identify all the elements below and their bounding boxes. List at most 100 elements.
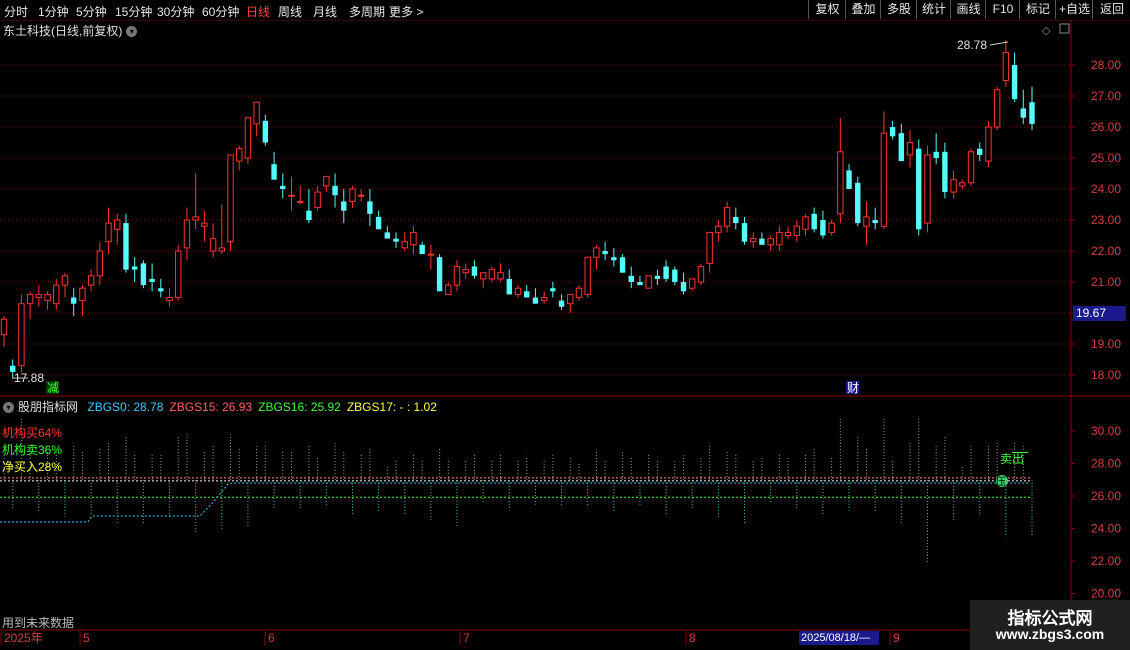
candle-body — [1011, 65, 1018, 100]
high-pointer — [989, 41, 1009, 46]
cursor-date-box: 2025/08/18/— — [799, 631, 879, 645]
indicator-tick-label: 24.00 — [1091, 522, 1121, 536]
candle-body — [950, 179, 957, 193]
candle-body — [96, 250, 104, 277]
candle-body — [1002, 52, 1010, 81]
candle-body — [288, 194, 295, 197]
candle-body — [863, 216, 870, 227]
candle-body — [183, 219, 191, 249]
candle-body — [558, 300, 565, 307]
candle-body — [18, 303, 25, 367]
candle-body — [1029, 102, 1035, 124]
candle-body — [506, 278, 512, 295]
candle-body — [514, 287, 522, 295]
candle-body — [706, 231, 713, 264]
candle-body — [985, 126, 992, 162]
indicator-value: ZBGS15: 26.93 — [169, 400, 253, 414]
candle-body — [811, 213, 817, 230]
candle-body — [114, 219, 121, 230]
candle-body — [942, 151, 948, 193]
candle-body — [889, 127, 896, 137]
candle-body — [201, 222, 208, 227]
candle-body — [410, 231, 417, 246]
candle-body — [672, 269, 678, 282]
future-data-note: 用到未来数据 — [2, 616, 75, 630]
date-label: 6 — [268, 631, 275, 645]
candle-body — [741, 223, 748, 242]
candle-body — [384, 232, 391, 239]
price-tick-label: 18.00 — [1091, 368, 1121, 382]
candle-body — [619, 257, 626, 273]
candle-body — [1020, 108, 1026, 118]
candle-body — [820, 220, 826, 236]
candle-body — [401, 241, 408, 249]
candle-body — [750, 238, 757, 243]
indicator-tick-label: 20.00 — [1091, 587, 1121, 601]
candle-body — [87, 275, 95, 286]
candle-body — [550, 288, 556, 292]
candle-body — [654, 275, 661, 279]
current-price-box: 19.67 — [1073, 306, 1126, 321]
date-label: 7 — [463, 631, 470, 645]
candle-body — [784, 231, 792, 236]
candle-body — [575, 287, 583, 299]
candle-body — [227, 154, 234, 243]
indicator-header: ▾ 股朋指标网 ZBGS0: 28.78 ZBGS15: 26.93 ZBGS16: … — [3, 398, 437, 415]
chevron-down-icon[interactable]: ▾ — [3, 402, 14, 414]
candle-body — [140, 263, 147, 286]
candle-body — [218, 247, 225, 252]
candle-body — [723, 207, 731, 227]
candle-body — [776, 231, 783, 246]
indicator-side-label: 净买入28% — [2, 460, 63, 474]
indicator-tick-label: 26.00 — [1091, 489, 1121, 503]
candle-body — [733, 216, 739, 224]
candle-body — [967, 151, 975, 184]
candle-body — [26, 293, 34, 305]
candle-body — [253, 101, 260, 125]
candle-body — [567, 293, 574, 305]
candle-body — [436, 257, 443, 292]
candle-body — [924, 154, 931, 224]
candle-body — [532, 297, 539, 304]
candle-body — [70, 297, 77, 304]
candle-body — [697, 266, 705, 283]
indicator-value: ZBGS17: - : 1.02 — [346, 400, 437, 414]
candle-body — [297, 200, 304, 203]
candle-body — [916, 148, 922, 230]
candle-body — [0, 318, 8, 336]
price-tick-label: 24.00 — [1091, 182, 1121, 196]
candle-body — [123, 223, 129, 270]
candle-body — [828, 222, 835, 233]
candle-body — [759, 238, 765, 245]
date-label: 9 — [893, 631, 900, 645]
candle-body — [61, 275, 69, 286]
high-price-label: 28.78 — [957, 38, 987, 52]
candle-body — [149, 278, 155, 282]
candle-body — [906, 142, 914, 156]
indicator-tick-label: 28.00 — [1091, 457, 1121, 471]
price-tick-label: 21.00 — [1091, 275, 1121, 289]
maximize-icon — [1059, 23, 1070, 34]
candle-body — [959, 182, 966, 187]
candle-body — [280, 185, 286, 189]
watermark-url: www.zbgs3.com — [995, 626, 1105, 642]
candle-body — [209, 238, 217, 252]
chart-canvas: 28.00 27.00 26.00 25.00 24.00 23.00 22.00 21.00… — [0, 20, 1130, 645]
candle-body — [933, 151, 939, 158]
price-tick-label: 19.00 — [1091, 337, 1121, 351]
candle-body — [993, 89, 1001, 128]
candle-body — [898, 133, 905, 162]
candle-body — [689, 278, 696, 289]
candle-body — [445, 284, 452, 295]
price-tick-label: 25.00 — [1091, 151, 1121, 165]
date-label: 8 — [689, 631, 696, 645]
candle-body — [105, 222, 112, 243]
sell-signal-line — [1012, 452, 1028, 453]
price-tick-label: 23.00 — [1091, 213, 1121, 227]
candle-body — [332, 185, 338, 196]
candle-body — [175, 250, 182, 298]
indicator-tick-label: 22.00 — [1091, 554, 1121, 568]
price-tick-label: 28.00 — [1091, 58, 1121, 72]
candle-body — [314, 191, 321, 209]
candle-body — [793, 225, 800, 236]
